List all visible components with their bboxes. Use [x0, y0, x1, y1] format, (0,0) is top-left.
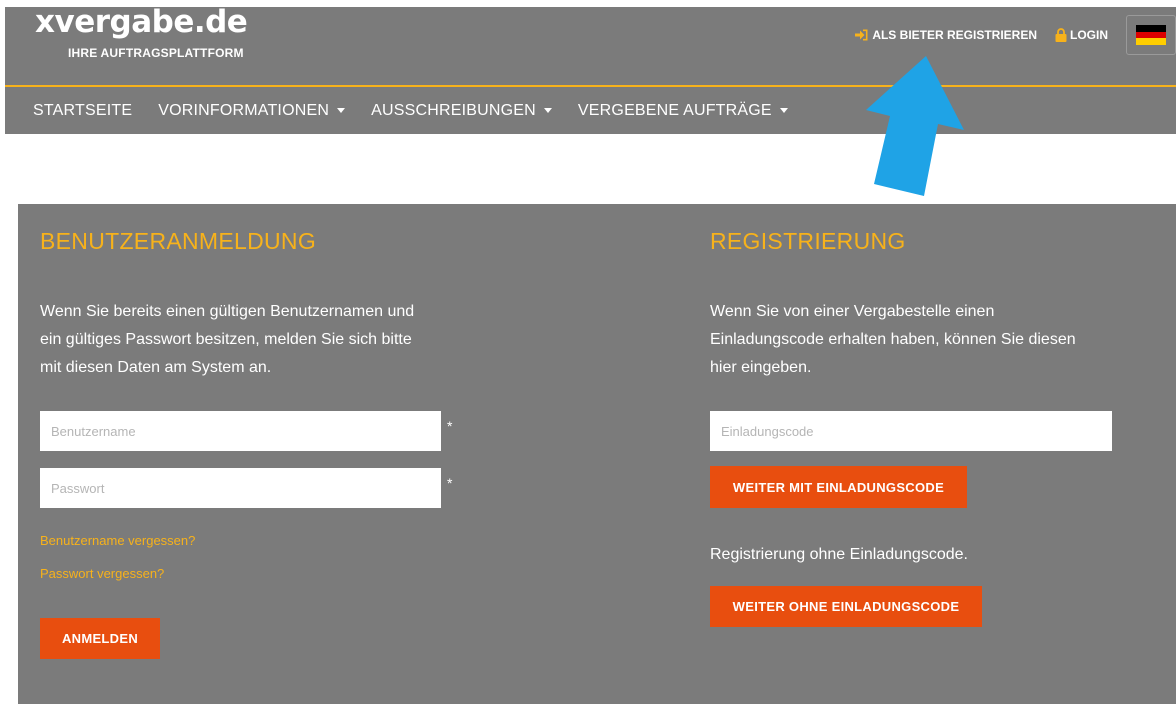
- login-title: BENUTZERANMELDUNG: [40, 228, 317, 254]
- forgot-username-link[interactable]: Benutzername vergessen?: [40, 533, 195, 548]
- caret-down-icon: [337, 108, 346, 113]
- nav-item-ausschreibungen[interactable]: AUSSCHREIBUNGEN: [371, 102, 552, 120]
- main-panel: BENUTZERANMELDUNG Wenn Sie bereits einen…: [18, 204, 1176, 704]
- site-tagline: IHRE AUFTRAGSPLATTFORM: [68, 46, 244, 60]
- register-as-bidder-link[interactable]: ALS BIETER REGISTRIEREN: [855, 28, 1037, 42]
- forgot-password-link[interactable]: Passwort vergessen?: [40, 566, 164, 581]
- nav-item-startseite[interactable]: STARTSEITE: [33, 102, 132, 120]
- registration-title: REGISTRIERUNG: [710, 228, 906, 254]
- login-desc-line: ein gültiges Passwort besitzen, melden S…: [40, 331, 412, 348]
- registration-desc-line: Einladungscode erhalten haben, können Si…: [710, 331, 1076, 348]
- registration-without-code-text: Registrierung ohne Einladungscode.: [710, 546, 968, 563]
- required-marker: *: [447, 418, 453, 434]
- sign-in-icon: [855, 29, 869, 41]
- top-header: xvergabe.de IHRE AUFTRAGSPLATTFORM ALS B…: [5, 7, 1176, 85]
- registration-desc-line: hier eingeben.: [710, 359, 812, 376]
- german-flag-icon: [1136, 25, 1166, 46]
- annotation-arrow-icon: [866, 56, 964, 196]
- top-links: ALS BIETER REGISTRIEREN LOGIN: [855, 7, 1176, 63]
- required-marker: *: [447, 475, 453, 491]
- nav-item-label: VORINFORMATIONEN: [158, 101, 330, 119]
- login-link-label: LOGIN: [1070, 28, 1108, 42]
- register-link-label: ALS BIETER REGISTRIEREN: [872, 28, 1037, 42]
- login-description: Wenn Sie bereits einen gültigen Benutzer…: [40, 298, 414, 382]
- caret-down-icon: [543, 108, 552, 113]
- username-input[interactable]: [40, 411, 441, 451]
- login-button[interactable]: ANMELDEN: [40, 618, 160, 659]
- continue-without-code-button[interactable]: WEITER OHNE EINLADUNGSCODE: [710, 586, 982, 627]
- lock-icon: [1055, 28, 1067, 42]
- password-input[interactable]: [40, 468, 441, 508]
- login-link[interactable]: LOGIN: [1055, 28, 1108, 42]
- registration-description: Wenn Sie von einer Vergabestelle einen E…: [710, 298, 1076, 382]
- invitation-code-input[interactable]: [710, 411, 1112, 451]
- registration-desc-line: Wenn Sie von einer Vergabestelle einen: [710, 303, 995, 320]
- nav-item-vorinformationen[interactable]: VORINFORMATIONEN: [158, 101, 346, 120]
- caret-down-icon: [779, 108, 788, 113]
- nav-item-vergebene-auftraege[interactable]: VERGEBENE AUFTRÄGE: [578, 102, 788, 120]
- login-desc-line: mit diesen Daten am System an.: [40, 359, 272, 376]
- continue-with-code-button[interactable]: WEITER MIT EINLADUNGSCODE: [710, 466, 967, 508]
- site-logo[interactable]: xvergabe.de: [35, 7, 248, 38]
- nav-item-label: VERGEBENE AUFTRÄGE: [577, 101, 772, 119]
- main-nav: STARTSEITE VORINFORMATIONEN AUSSCHREIBUN…: [5, 87, 1176, 134]
- nav-item-label: STARTSEITE: [33, 101, 133, 119]
- login-desc-line: Wenn Sie bereits einen gültigen Benutzer…: [40, 303, 415, 320]
- language-switcher[interactable]: [1126, 15, 1176, 55]
- nav-item-label: AUSSCHREIBUNGEN: [371, 101, 536, 119]
